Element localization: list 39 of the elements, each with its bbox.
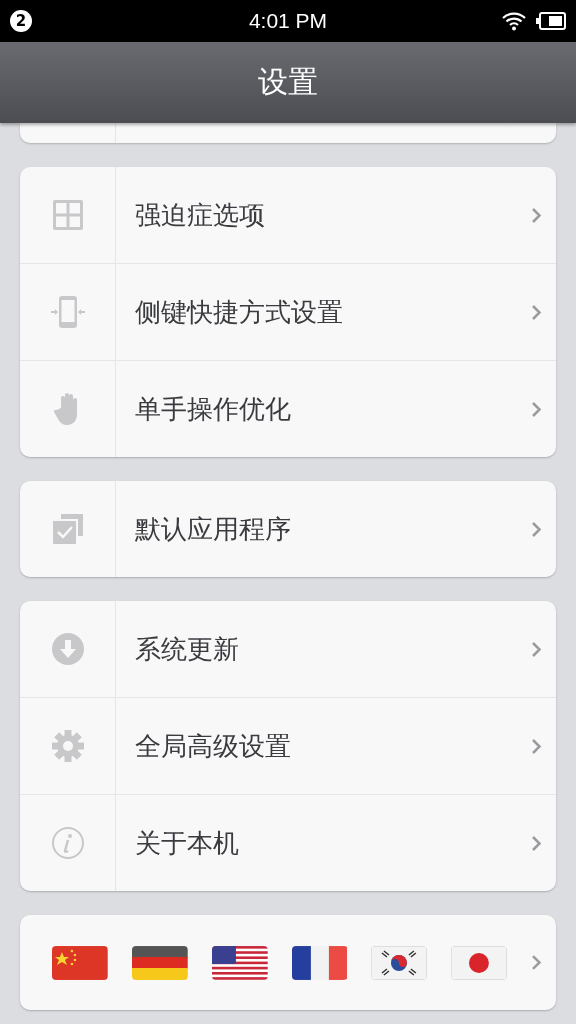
download-icon — [51, 633, 84, 665]
item-label: 单手操作优化 — [135, 392, 291, 426]
settings-item[interactable]: 强迫症选项 — [116, 167, 556, 263]
item-label: 强迫症选项 — [135, 198, 265, 232]
item-label: 关于本机 — [135, 826, 239, 860]
chevron-icon — [531, 206, 542, 224]
page-title: 设置 — [258, 63, 318, 101]
germany-flag-icon[interactable] — [131, 945, 188, 980]
china-flag-icon[interactable] — [52, 945, 108, 980]
notification-count: 2 — [10, 10, 32, 32]
settings-item[interactable]: 系统更新 — [116, 601, 556, 697]
checked-windows-icon — [51, 513, 84, 545]
wifi-icon — [502, 11, 526, 31]
chevron-icon — [531, 640, 542, 658]
japan-flag-icon[interactable] — [451, 945, 508, 980]
settings-item[interactable]: 关于本机 — [116, 795, 556, 891]
france-flag-icon[interactable] — [291, 945, 348, 980]
settings-item[interactable]: 默认应用程序 — [116, 481, 556, 577]
chevron-icon — [531, 303, 542, 321]
chevron-icon — [531, 400, 542, 418]
chevron-icon — [531, 954, 543, 971]
settings-icon — [51, 730, 84, 762]
korea-flag-icon[interactable] — [371, 945, 428, 980]
chevron-icon — [531, 737, 542, 755]
settings-item[interactable]: 单手操作优化 — [116, 361, 556, 457]
usa-flag-icon[interactable] — [211, 945, 268, 980]
status-time: 4:01 PM — [248, 9, 328, 33]
item-label: 全局高级设置 — [135, 729, 291, 763]
settings-item[interactable]: 全局高级设置 — [116, 698, 556, 794]
info-icon — [51, 827, 84, 859]
chevron-icon — [531, 520, 542, 538]
chevron-icon — [531, 834, 542, 852]
settings-item[interactable]: 侧键快捷方式设置 — [116, 264, 556, 360]
battery-icon — [536, 12, 566, 30]
grid-icon — [51, 199, 84, 231]
item-label: 侧键快捷方式设置 — [135, 295, 343, 329]
phone-icon — [49, 295, 86, 329]
item-label: 默认应用程序 — [135, 512, 291, 546]
item-label: 系统更新 — [135, 632, 239, 666]
